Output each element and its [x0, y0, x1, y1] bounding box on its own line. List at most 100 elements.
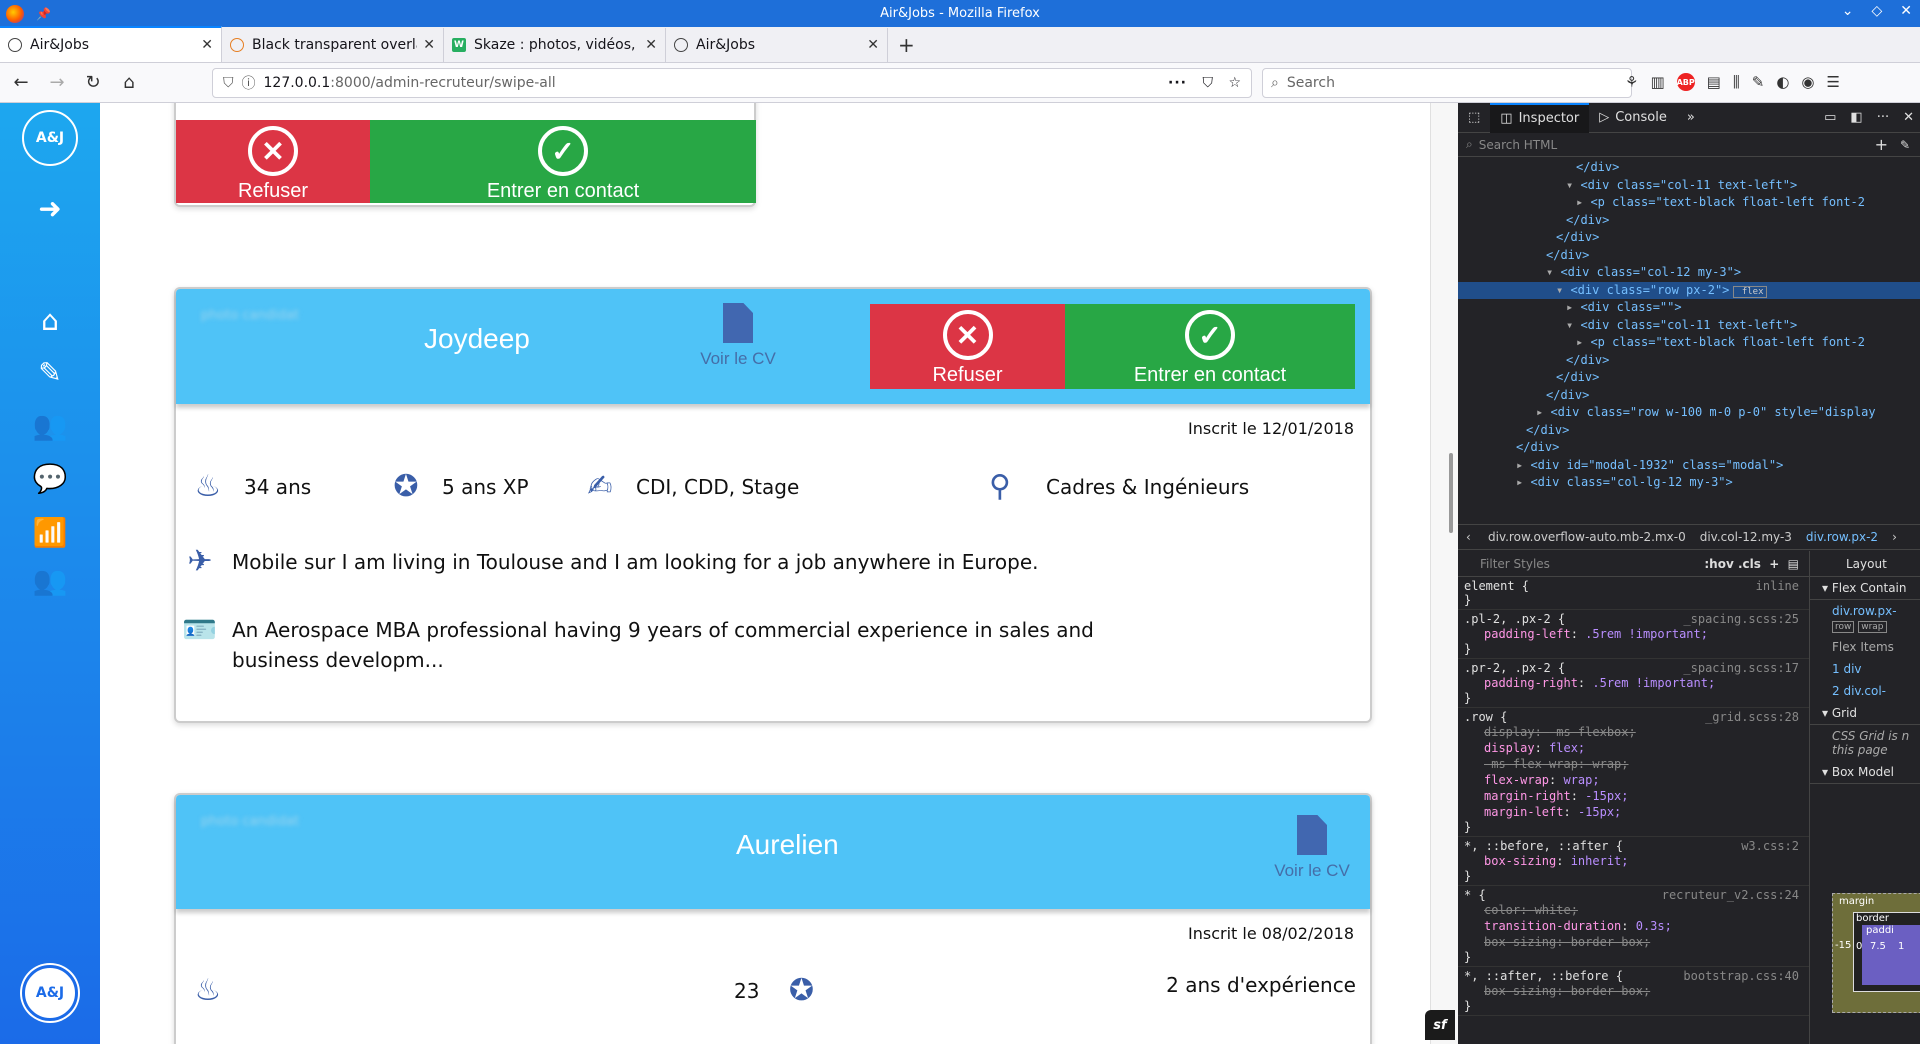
css-rule[interactable]: element {inline}	[1458, 577, 1809, 610]
close-devtools-icon[interactable]: ✕	[1903, 110, 1914, 125]
grid-section[interactable]: ▾ Grid	[1810, 702, 1920, 725]
shield-icon[interactable]: ⛉	[223, 75, 234, 91]
tab-close-icon[interactable]: ✕	[423, 37, 435, 53]
css-rule[interactable]: *, ::after, ::before {bootstrap.css:40 bo…	[1458, 967, 1809, 1016]
url-bar[interactable]: ⛉ ⓘ 127.0.0.1:8000/admin-recruteur/swipe…	[212, 68, 1252, 98]
more-tabs-icon[interactable]: »	[1677, 103, 1705, 133]
tab-airjobs-1[interactable]: Air&Jobs ✕	[0, 26, 222, 62]
rule-source[interactable]: bootstrap.css:40	[1683, 969, 1799, 983]
box-model-section[interactable]: ▾ Box Model	[1810, 761, 1920, 784]
rule-source[interactable]: inline	[1756, 579, 1799, 593]
app-logo[interactable]: A&J	[22, 110, 78, 166]
page-scrollbar[interactable]	[1430, 103, 1458, 1044]
tab-close-icon[interactable]: ✕	[645, 37, 657, 53]
html-node[interactable]: </div>	[1458, 247, 1920, 265]
restore-icon[interactable]: ◇	[1871, 3, 1882, 19]
html-node[interactable]: </div>	[1458, 229, 1920, 247]
rule-source[interactable]: _spacing.scss:25	[1683, 612, 1799, 626]
extension3-icon[interactable]: ◐	[1776, 73, 1789, 91]
info-icon[interactable]: ⓘ	[242, 73, 256, 93]
css-property[interactable]: display: -ms-flexbox;	[1464, 724, 1803, 740]
account-icon[interactable]: ◉	[1801, 73, 1814, 91]
chat-icon[interactable]: 💬	[30, 461, 70, 497]
html-node[interactable]: ▸ <p class="text-black float-left font-2	[1458, 194, 1920, 212]
html-node[interactable]: ▾ <div class="col-12 my-3">	[1458, 264, 1920, 282]
html-node[interactable]: </div>	[1458, 159, 1920, 177]
css-rule[interactable]: * {recruteur_v2.css:24 color: white; trans…	[1458, 886, 1809, 967]
view-cv-link[interactable]: Voir le CV	[688, 303, 788, 369]
tab-inspector[interactable]: ◫ Inspector	[1490, 102, 1590, 133]
html-node[interactable]: </div>	[1458, 387, 1920, 405]
flex-item-2[interactable]: 2 div.col-	[1810, 680, 1920, 702]
html-node[interactable]: </div>	[1458, 439, 1920, 457]
html-node[interactable]: ▸ <p class="text-black float-left font-2	[1458, 334, 1920, 352]
symfony-toolbar-icon[interactable]: sf	[1425, 1010, 1455, 1040]
css-property[interactable]: color: white;	[1464, 902, 1803, 918]
element-picker-icon[interactable]: ⬚	[1458, 103, 1490, 133]
adblock-icon[interactable]: ABP	[1677, 73, 1695, 91]
tab-airjobs-2[interactable]: Air&Jobs ✕	[666, 28, 888, 62]
flex-container-item[interactable]: div.row.px-row wrap	[1810, 600, 1920, 636]
search-input[interactable]: ⌕ Search	[1262, 68, 1632, 98]
css-property[interactable]: transition-duration: 0.3s;	[1464, 918, 1803, 934]
responsive-icon[interactable]: ▭	[1824, 110, 1836, 125]
html-node[interactable]: ▸ <div class="col-lg-12 my-3">	[1458, 474, 1920, 492]
filter-styles-input[interactable]: Filter Styles :hov .cls + ▤	[1458, 551, 1809, 577]
add-node-icon[interactable]: +	[1875, 135, 1888, 154]
extension-icon[interactable]: ⚘	[1625, 73, 1638, 91]
reader-icon[interactable]: ▤	[1707, 73, 1721, 91]
css-property[interactable]: box-sizing: inherit;	[1464, 853, 1803, 869]
dock-icon[interactable]: ◧	[1850, 110, 1862, 125]
html-node[interactable]: ▾ <div class="row px-2"> flex	[1458, 281, 1920, 299]
crumb-back-icon[interactable]: ‹	[1466, 530, 1471, 544]
bookmark-star-icon[interactable]: ☆	[1228, 75, 1241, 91]
html-node[interactable]: </div>	[1458, 422, 1920, 440]
html-tree[interactable]: </div> ▾ <div class="col-11 text-left"> ▸ …	[1458, 157, 1920, 524]
users-icon[interactable]: 👥	[30, 408, 70, 444]
rule-source[interactable]: recruteur_v2.css:24	[1662, 888, 1799, 902]
reload-icon[interactable]: ↻	[78, 72, 108, 93]
hov-cls-toggle[interactable]: :hov .cls	[1704, 557, 1761, 571]
css-rule[interactable]: .pl-2, .px-2 {_spacing.scss:25 padding-le…	[1458, 610, 1809, 659]
page-actions-icon[interactable]: ···	[1168, 75, 1187, 91]
forward-icon[interactable]: →	[42, 72, 72, 93]
css-property[interactable]: flex-wrap: wrap;	[1464, 772, 1803, 788]
back-icon[interactable]: ←	[6, 72, 36, 93]
crumb-item[interactable]: div.row.overflow-auto.mb-2.mx-0	[1488, 530, 1686, 544]
html-search[interactable]: ⌕ Search HTML + ✎	[1458, 133, 1920, 157]
tab-black-overlay[interactable]: Black transparent overla ✕	[222, 28, 444, 62]
html-node[interactable]: </div>	[1458, 212, 1920, 230]
layout-tab[interactable]: Layout	[1810, 551, 1920, 577]
html-node[interactable]: ▸ <div class="row w-100 m-0 p-0" style="…	[1458, 404, 1920, 422]
css-property[interactable]: padding-right: .5rem !important;	[1464, 675, 1803, 691]
rule-source[interactable]: _spacing.scss:17	[1683, 661, 1799, 675]
stats-icon[interactable]: 📶	[30, 515, 70, 551]
css-property[interactable]: padding-left: .5rem !important;	[1464, 626, 1803, 642]
minimize-icon[interactable]: ⌄	[1842, 3, 1854, 19]
new-tab-button[interactable]: +	[888, 28, 925, 62]
html-node[interactable]: </div>	[1458, 352, 1920, 370]
more-options-icon[interactable]: ···	[1877, 110, 1889, 125]
css-rule[interactable]: .row {_grid.scss:28 display: -ms-flexbox;…	[1458, 708, 1809, 837]
bars-icon[interactable]: ⫼	[1733, 73, 1740, 91]
contact-button[interactable]: ✓ Entrer en contact	[370, 120, 756, 203]
crumb-item[interactable]: div.col-12.my-3	[1700, 530, 1792, 544]
tab-close-icon[interactable]: ✕	[867, 37, 879, 53]
flex-item-1[interactable]: 1 div	[1810, 658, 1920, 680]
scrollbar-thumb[interactable]	[1449, 453, 1453, 533]
home-icon[interactable]: ⌂	[30, 303, 70, 339]
css-property[interactable]: box-sizing: border-box;	[1464, 934, 1803, 950]
html-node[interactable]: ▾ <div class="col-11 text-left">	[1458, 317, 1920, 335]
css-rule[interactable]: .pr-2, .px-2 {_spacing.scss:17 padding-ri…	[1458, 659, 1809, 708]
pocket-icon[interactable]: ⛉	[1203, 75, 1214, 91]
refuse-button[interactable]: ✕ Refuser	[176, 120, 370, 203]
html-node[interactable]: ▾ <div class="col-11 text-left">	[1458, 177, 1920, 195]
extension2-icon[interactable]: ✎	[1752, 73, 1765, 91]
rule-source[interactable]: _grid.scss:28	[1705, 710, 1799, 724]
eyedropper-icon[interactable]: ✎	[1900, 138, 1910, 152]
css-property[interactable]: -ms-flex-wrap: wrap;	[1464, 756, 1803, 772]
css-property[interactable]: display: flex;	[1464, 740, 1803, 756]
flex-badge[interactable]: flex	[1733, 285, 1767, 298]
tab-close-icon[interactable]: ✕	[201, 37, 213, 53]
css-property[interactable]: box-sizing: border-box;	[1464, 983, 1803, 999]
